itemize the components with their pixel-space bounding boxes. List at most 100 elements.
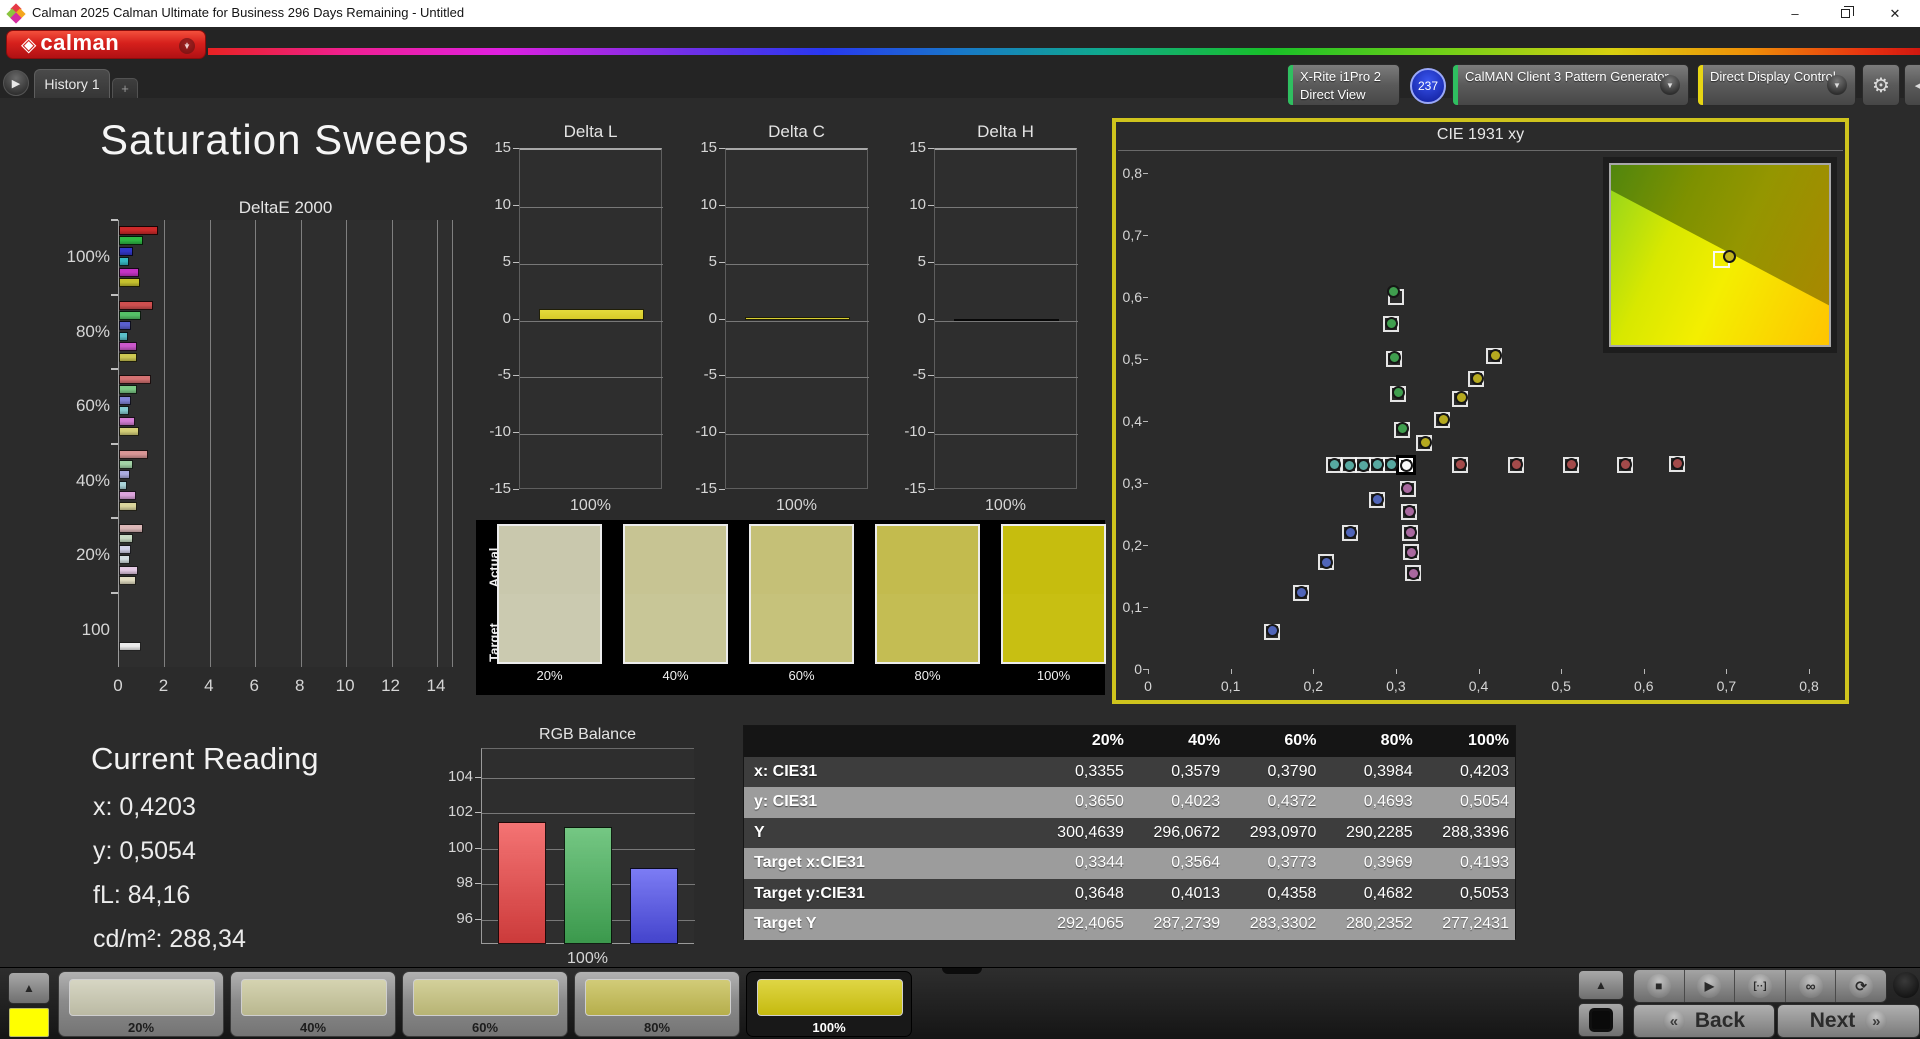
x-tick-label: 0,1 xyxy=(1220,678,1241,694)
pattern-label: 40% xyxy=(299,1020,327,1035)
gridline xyxy=(520,320,663,322)
cie-white-point-measured xyxy=(1399,458,1413,472)
refresh-button[interactable]: ⟳ xyxy=(1836,970,1886,1002)
x-tick-label: 0,7 xyxy=(1716,678,1737,694)
y-tick-label: 10 xyxy=(909,195,926,213)
table-header-cell: 80% xyxy=(1380,732,1413,750)
display-control-name: Direct Display Control xyxy=(1710,69,1836,84)
swatch-item: 20% xyxy=(497,524,602,683)
pattern-button-20%[interactable]: 20% xyxy=(58,971,224,1037)
cie-measured-point xyxy=(1343,526,1357,540)
rgb-plot xyxy=(481,748,695,944)
axis-tick xyxy=(513,318,519,320)
tab-scroll-button[interactable]: ▶ xyxy=(3,70,29,96)
saturation-group-label: 20% xyxy=(75,545,110,565)
x-tick-label: 2 xyxy=(158,676,169,695)
pattern-swatch xyxy=(241,979,387,1016)
titlebar: Calman 2025 Calman Ultimate for Business… xyxy=(0,0,1920,27)
y-tick-label: -10 xyxy=(904,423,926,441)
pattern-button-40%[interactable]: 40% xyxy=(230,971,396,1037)
x-axis-label: 100% xyxy=(570,497,611,514)
gridline xyxy=(209,220,211,667)
gridline xyxy=(726,320,869,322)
x-tick-label: 12 xyxy=(381,676,400,695)
pattern-generator-dropdown[interactable]: CalMAN Client 3 Pattern Generator ▼ xyxy=(1452,64,1689,106)
meter-name: X-Rite i1Pro 2 xyxy=(1300,69,1381,84)
deltae-bar xyxy=(119,395,131,405)
tab-history-1[interactable]: History 1 xyxy=(34,69,110,98)
add-tab-button[interactable]: + xyxy=(112,78,138,98)
target-swatch xyxy=(499,594,600,662)
collapse-controls-button[interactable]: ▲ xyxy=(1578,970,1624,1000)
axis-tick xyxy=(1143,359,1148,360)
deltae-bar xyxy=(119,576,137,586)
table-header-cell: 100% xyxy=(1468,732,1509,750)
restore-button[interactable] xyxy=(1820,0,1870,27)
gridline xyxy=(300,220,302,667)
display-control-dropdown[interactable]: Direct Display Control ▼ xyxy=(1697,64,1856,106)
collapse-toolbar-button[interactable]: ◀ xyxy=(1904,64,1920,106)
axis-tick xyxy=(1230,669,1232,674)
back-button[interactable]: « Back xyxy=(1633,1004,1775,1038)
table-header-cell: 20% xyxy=(1091,732,1124,750)
collapse-pattern-bar-button[interactable]: ▲ xyxy=(8,972,50,1004)
pattern-button-60%[interactable]: 60% xyxy=(402,971,568,1037)
swatch-box xyxy=(623,524,728,664)
pattern-bar-handle[interactable] xyxy=(942,968,982,974)
calman-menu-chevron-icon: ▼ xyxy=(179,38,195,54)
single-measure-button[interactable]: [··] xyxy=(1735,970,1786,1002)
value-cell: 287,2739 xyxy=(1153,915,1221,933)
pattern-window-button[interactable] xyxy=(1578,1003,1624,1037)
y-tick-label: 0,1 xyxy=(1122,599,1142,615)
axis-tick xyxy=(719,489,725,490)
calman-menu-button[interactable]: ◈ calman ▼ xyxy=(6,30,206,59)
x-tick-label: 0,5 xyxy=(1551,678,1571,694)
rgb-bar xyxy=(564,827,612,944)
axis-tick xyxy=(928,375,934,377)
next-button[interactable]: Next » xyxy=(1777,1004,1920,1038)
settings-button[interactable]: ⚙ xyxy=(1862,64,1900,106)
delta-bar xyxy=(538,309,645,321)
axis-tick xyxy=(928,489,934,490)
cie-1931-panel[interactable]: CIE 1931 xy 0 0,1 0,2 0,3 0,4 0,5 0,6 0,7 0,8 0 0,… xyxy=(1112,118,1849,704)
swatch-item: 40% xyxy=(623,524,728,683)
gridline xyxy=(436,220,438,667)
actual-swatch xyxy=(751,526,852,594)
pattern-preview-swatch[interactable] xyxy=(9,1008,49,1037)
value-cell: 0,4013 xyxy=(1171,884,1221,902)
y-tick-label: 0,8 xyxy=(1122,165,1142,181)
table-row: Target x:CIE31 0,3344 0,3564 0,3773 0,3969 0,… xyxy=(744,848,1515,879)
axis-tick xyxy=(1561,669,1563,674)
axis-tick xyxy=(719,148,725,149)
close-button[interactable]: ✕ xyxy=(1870,0,1920,27)
pattern-window-icon xyxy=(1589,1008,1613,1032)
delta-bar xyxy=(744,316,851,321)
value-cell: 0,3564 xyxy=(1171,854,1221,872)
calman-logo-label: calman xyxy=(40,30,120,55)
gridline xyxy=(520,377,663,379)
pattern-button-80%[interactable]: 80% xyxy=(574,971,740,1037)
axis-tick xyxy=(1143,669,1148,670)
cie-measured-point xyxy=(1510,457,1523,471)
gridline xyxy=(520,263,663,265)
meter-count-badge[interactable]: 237 xyxy=(1410,68,1446,104)
cie-measured-point xyxy=(1619,457,1633,471)
cie-measured-point xyxy=(1370,493,1384,507)
minimize-button[interactable]: – xyxy=(1770,0,1820,27)
meter-dropdown[interactable]: X-Rite i1Pro 2 Direct View xyxy=(1287,64,1400,106)
chart-title: Delta H xyxy=(977,122,1034,141)
gridline xyxy=(164,220,166,667)
play-button[interactable]: ▶ xyxy=(1684,970,1736,1002)
chevron-up-icon: ▲ xyxy=(23,981,35,995)
continuous-measure-button[interactable]: ∞ xyxy=(1785,970,1837,1002)
axis-tick xyxy=(513,489,519,490)
current-reading-line: y: 0,5054 xyxy=(93,837,196,865)
pattern-button-100%[interactable]: 100% xyxy=(746,971,912,1037)
deltae-bar xyxy=(119,375,152,385)
cie-measured-point xyxy=(1723,249,1737,263)
y-tick-label: 0,6 xyxy=(1122,289,1142,305)
y-tick-label: 100 xyxy=(447,838,473,856)
deltae-bar xyxy=(119,555,131,565)
deltae-bar xyxy=(119,501,138,511)
stop-button[interactable]: ■ xyxy=(1634,970,1685,1002)
